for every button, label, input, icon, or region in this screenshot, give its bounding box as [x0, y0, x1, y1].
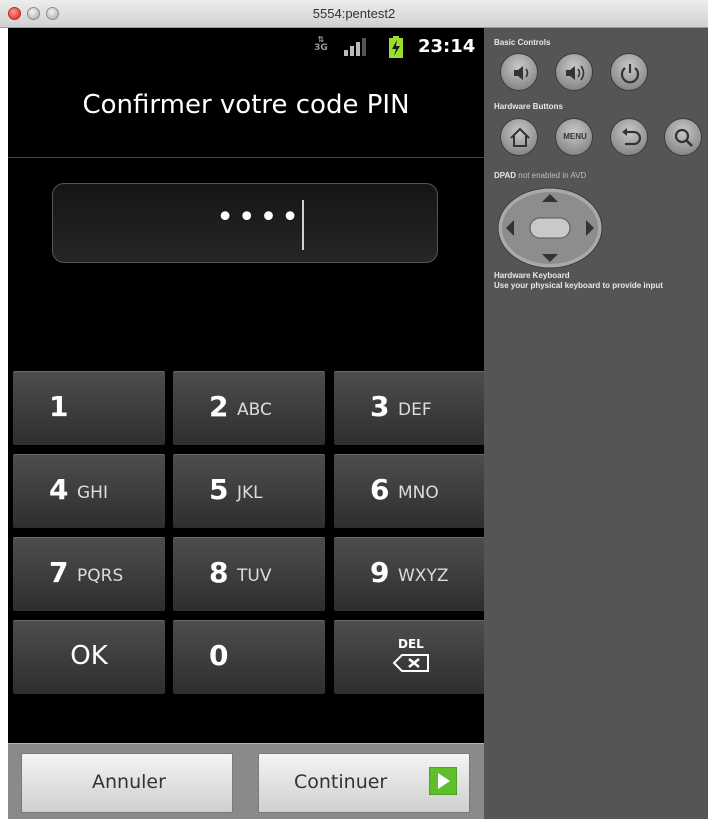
ok-key[interactable]: OK: [13, 620, 165, 694]
dpad-status-text: not enabled in AVD: [516, 171, 587, 180]
hardware-keyboard-heading: Hardware Keyboard: [494, 271, 570, 280]
volume-down-icon: [514, 66, 529, 80]
pin-masked-value: ••••: [216, 200, 303, 235]
power-icon: [620, 64, 640, 84]
network-type-label: 3G: [314, 43, 328, 53]
home-icon: [510, 127, 530, 147]
back-button[interactable]: [610, 118, 648, 156]
emulator-screen: ⇅ 3G 23:14 Confirmer votre code PIN ••••…: [8, 28, 484, 819]
key-digit: 7: [49, 556, 69, 589]
cancel-button[interactable]: Annuler: [21, 753, 233, 813]
key-digit: 1: [49, 390, 69, 423]
back-icon: [622, 128, 642, 146]
arrow-right-icon: [429, 767, 457, 795]
key-letters: ABC: [237, 400, 272, 420]
dpad-label: DPAD: [494, 171, 517, 180]
hardware-keyboard-note: Use your physical keyboard to provide in…: [494, 281, 663, 290]
signal-strength-icon: [344, 38, 366, 56]
del-label: DEL: [398, 637, 424, 651]
key-9[interactable]: 9 WXYZ: [334, 537, 484, 611]
key-digit: 4: [49, 473, 69, 506]
key-4[interactable]: 4 GHI: [13, 454, 165, 528]
key-6[interactable]: 6 MNO: [334, 454, 484, 528]
key-letters: MNO: [398, 483, 439, 503]
key-letters: PQRS: [77, 566, 124, 586]
continue-button[interactable]: Continuer: [258, 753, 470, 813]
key-digit: 0: [209, 639, 229, 672]
key-letters: JKL: [237, 483, 263, 503]
continue-label: Continuer: [294, 771, 388, 793]
menu-button[interactable]: MENU: [555, 118, 593, 156]
dpad-control[interactable]: [496, 186, 604, 270]
menu-label: MENU: [563, 132, 587, 141]
power-button[interactable]: [610, 53, 648, 91]
backspace-icon: [392, 654, 429, 672]
clock: 23:14: [418, 36, 476, 57]
basic-controls-heading: Basic Controls: [494, 38, 551, 47]
volume-up-icon: [566, 65, 585, 81]
cancel-label: Annuler: [92, 771, 166, 793]
key-digit: 6: [370, 473, 390, 506]
window-title: 5554:pentest2: [312, 6, 396, 21]
text-cursor: [302, 200, 304, 250]
emulator-control-panel: Basic Controls Hardware Buttons MENU DPA…: [484, 28, 708, 819]
dpad-status: DPAD not enabled in AVD: [494, 171, 586, 180]
ok-label: OK: [70, 641, 108, 671]
key-digit: 5: [209, 473, 229, 506]
key-1[interactable]: 1: [13, 371, 165, 445]
key-2[interactable]: 2 ABC: [173, 371, 325, 445]
key-digit: 3: [370, 390, 390, 423]
key-letters: WXYZ: [398, 566, 449, 586]
pin-input-field[interactable]: ••••: [52, 183, 438, 263]
window-titlebar: 5554:pentest2: [0, 0, 708, 28]
action-bar: Annuler Continuer: [8, 743, 484, 819]
key-letters: GHI: [77, 483, 108, 503]
search-icon: [674, 128, 693, 147]
key-8[interactable]: 8 TUV: [173, 537, 325, 611]
home-button[interactable]: [500, 118, 538, 156]
volume-up-button[interactable]: [555, 53, 593, 91]
battery-charging-icon: [389, 36, 403, 58]
status-bar: ⇅ 3G 23:14: [8, 28, 484, 66]
key-5[interactable]: 5 JKL: [173, 454, 325, 528]
key-letters: DEF: [398, 400, 432, 420]
key-digit: 9: [370, 556, 390, 589]
key-digit: 2: [209, 390, 229, 423]
key-0[interactable]: 0: [173, 620, 325, 694]
key-3[interactable]: 3 DEF: [334, 371, 484, 445]
volume-down-button[interactable]: [500, 53, 538, 91]
search-button[interactable]: [664, 118, 702, 156]
hardware-buttons-heading: Hardware Buttons: [494, 102, 563, 111]
key-7[interactable]: 7 PQRS: [13, 537, 165, 611]
page-title: Confirmer votre code PIN: [82, 90, 410, 120]
key-digit: 8: [209, 556, 229, 589]
divider: [8, 157, 484, 158]
network-3g-icon: ⇅ 3G: [312, 36, 330, 58]
delete-key[interactable]: DEL: [334, 620, 484, 694]
key-letters: TUV: [237, 566, 272, 586]
